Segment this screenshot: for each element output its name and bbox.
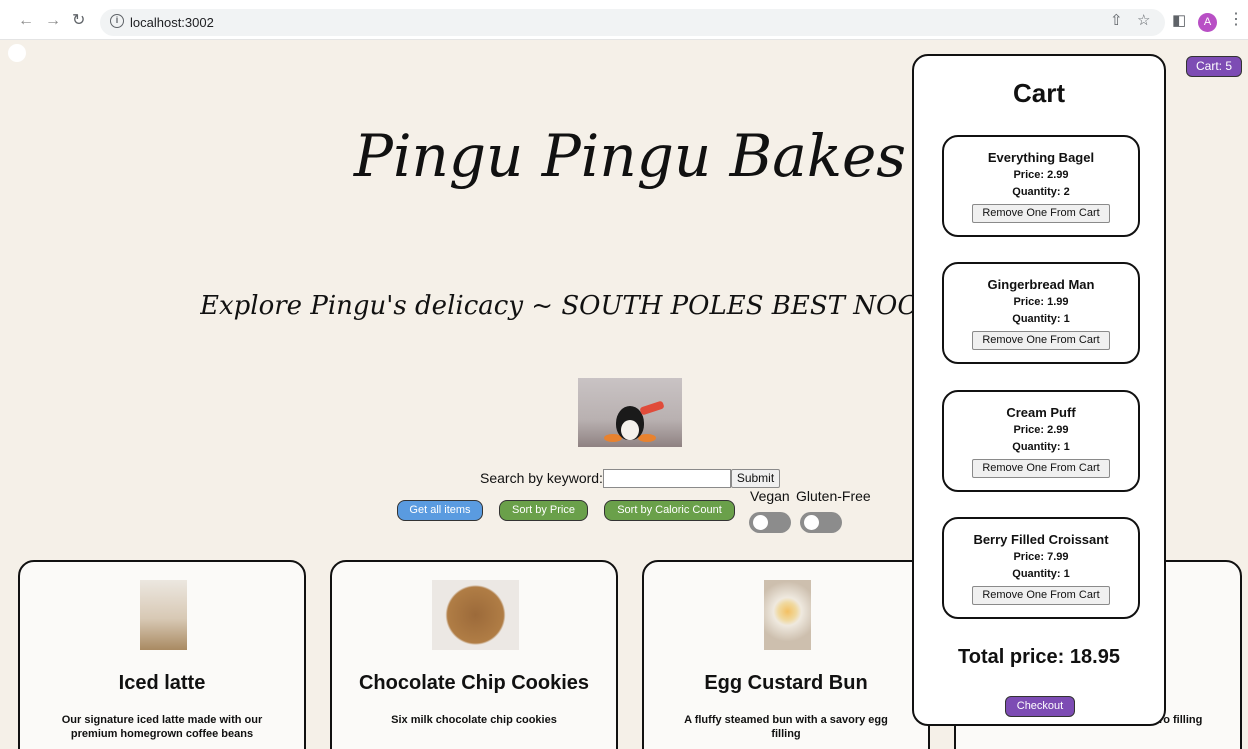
sort-by-calories-button[interactable]: Sort by Caloric Count — [604, 500, 735, 521]
gluten-free-label: Gluten-Free — [796, 488, 871, 504]
back-icon[interactable]: ← — [18, 12, 34, 30]
pingu-hero-image — [578, 378, 682, 447]
cart-item-quantity: Quantity: 1 — [1012, 313, 1070, 325]
cart-item-name: Gingerbread Man — [987, 277, 1095, 292]
vegan-toggle[interactable] — [749, 512, 791, 533]
product-description: Six milk chocolate chip cookies — [391, 714, 557, 726]
remove-one-button[interactable]: Remove One From Cart — [972, 331, 1110, 350]
egg-custard-bun-image — [764, 580, 811, 650]
cart-total-price: Total price: 18.95 — [958, 646, 1120, 668]
page-subtitle: Explore Pingu's delicacy ~ SOUTH POLES B… — [200, 291, 960, 321]
get-all-items-button[interactable]: Get all items — [397, 500, 483, 521]
browser-menu-icon[interactable]: ⋮ — [1228, 12, 1244, 28]
product-card[interactable]: Iced latte Our signature iced latte made… — [18, 560, 306, 749]
corner-dot — [8, 44, 26, 62]
product-name: Iced latte — [118, 672, 206, 694]
cart-item: Berry Filled Croissant Price: 7.99 Quant… — [942, 517, 1140, 619]
side-panel-icon[interactable]: ◧ — [1172, 13, 1186, 28]
cookie-image — [432, 580, 519, 650]
cart-item-name: Cream Puff — [1006, 405, 1076, 420]
product-card[interactable]: Egg Custard Bun A fluffy steamed bun wit… — [642, 560, 930, 749]
cart-item-quantity: Quantity: 1 — [1012, 441, 1070, 453]
cart-item: Gingerbread Man Price: 1.99 Quantity: 1 … — [942, 262, 1140, 364]
gluten-free-toggle[interactable] — [800, 512, 842, 533]
reload-icon[interactable]: ↻ — [72, 12, 85, 30]
cart-item-price: Price: 1.99 — [1013, 296, 1069, 308]
cart-item: Cream Puff Price: 2.99 Quantity: 1 Remov… — [942, 390, 1140, 492]
cart-item-quantity: Quantity: 2 — [1012, 186, 1070, 198]
page-title: Pingu Pingu Bakes — [353, 122, 907, 190]
address-bar[interactable]: i localhost:3002 — [100, 9, 1165, 36]
profile-avatar[interactable]: A — [1198, 13, 1217, 32]
share-icon[interactable]: ⇧ — [1110, 13, 1123, 28]
remove-one-button[interactable]: Remove One From Cart — [972, 459, 1110, 478]
cart-item-name: Everything Bagel — [987, 150, 1095, 165]
product-description: Our signature iced latte made with our p… — [61, 714, 263, 740]
cart-item-price: Price: 2.99 — [1013, 424, 1069, 436]
cart-item: Everything Bagel Price: 2.99 Quantity: 2… — [942, 135, 1140, 237]
page-content: Pingu Pingu Bakes Explore Pingu's delica… — [0, 40, 1248, 749]
product-name: Chocolate Chip Cookies — [358, 672, 590, 694]
cart-item-price: Price: 2.99 — [1013, 169, 1069, 181]
product-description: A fluffy steamed bun with a savory egg f… — [684, 714, 888, 740]
cart-button[interactable]: Cart: 5 — [1186, 56, 1242, 77]
search-input[interactable] — [603, 469, 731, 488]
remove-one-button[interactable]: Remove One From Cart — [972, 204, 1110, 223]
forward-icon[interactable]: → — [45, 12, 61, 30]
product-name: Egg Custard Bun — [704, 672, 868, 694]
cart-panel: Cart Everything Bagel Price: 2.99 Quanti… — [912, 54, 1166, 726]
site-info-icon[interactable]: i — [110, 14, 124, 28]
bookmark-star-icon[interactable]: ☆ — [1137, 13, 1150, 28]
checkout-button[interactable]: Checkout — [1005, 696, 1075, 717]
search-label: Search by keyword: — [480, 470, 603, 486]
cart-item-price: Price: 7.99 — [1013, 551, 1069, 563]
iced-latte-image — [140, 580, 187, 650]
sort-by-price-button[interactable]: Sort by Price — [499, 500, 588, 521]
cart-item-name: Berry Filled Croissant — [973, 532, 1109, 547]
browser-toolbar: ← → ↻ i localhost:3002 ⇧ ☆ ◧ A ⋮ — [0, 0, 1248, 40]
cart-title: Cart — [1012, 78, 1065, 108]
remove-one-button[interactable]: Remove One From Cart — [972, 586, 1110, 605]
search-submit-button[interactable]: Submit — [731, 469, 780, 488]
product-card[interactable]: Chocolate Chip Cookies Six milk chocolat… — [330, 560, 618, 749]
cart-item-quantity: Quantity: 1 — [1012, 568, 1070, 580]
vegan-label: Vegan — [750, 488, 790, 504]
url-text: localhost:3002 — [130, 15, 214, 30]
